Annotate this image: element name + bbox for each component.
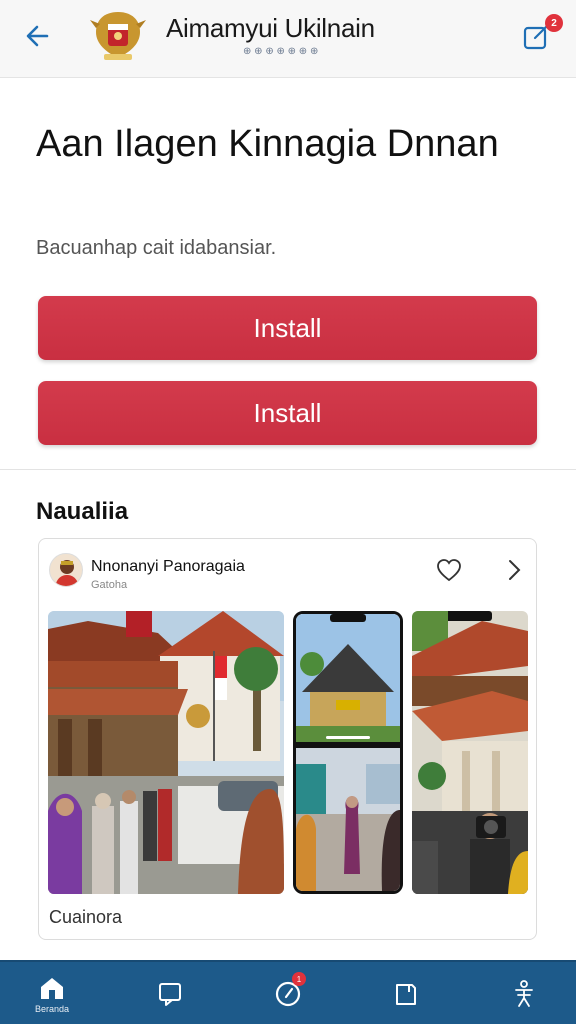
hero-section: Aan Ilagen Kinnagia Dnnan Bacuanhap cait…	[0, 79, 576, 469]
bottom-navigation: Beranda 1	[0, 960, 576, 1024]
card-meta: Gatoha	[91, 579, 128, 591]
nav-notification-badge: 1	[292, 972, 306, 986]
nav-item-compass[interactable]: 1	[248, 962, 328, 1024]
nav-item-home[interactable]: Beranda	[12, 962, 92, 1024]
like-button[interactable]	[435, 556, 463, 584]
app-header: Aimamyui Ukilnain ⊕ ⊕ ⊕ ⊕ ⊕ ⊕ ⊕ 2	[0, 0, 576, 78]
page-subtitle: Bacuanhap cait idabansiar.	[36, 237, 277, 259]
page-headline: Aan Ilagen Kinnagia Dnnan	[36, 123, 499, 165]
arrow-left-icon	[26, 25, 49, 47]
section-divider	[0, 469, 576, 470]
install-button-secondary[interactable]: Install	[38, 381, 537, 445]
screenshot-thumbnail-2[interactable]	[293, 611, 403, 894]
nav-item-accessibility[interactable]	[484, 962, 564, 1024]
home-icon	[41, 977, 63, 999]
app-subtitle: ⊕ ⊕ ⊕ ⊕ ⊕ ⊕ ⊕	[243, 46, 319, 57]
nav-item-chat[interactable]	[130, 962, 210, 1024]
back-button[interactable]	[20, 18, 56, 54]
avatar	[49, 553, 83, 587]
card-caption: Cuainora	[49, 907, 123, 927]
heart-icon	[437, 559, 461, 582]
app-preview-card[interactable]: Nnonanyi Panoragaia Gatoha Cuainora	[38, 538, 537, 940]
chevron-right-icon	[509, 560, 521, 580]
app-title: Aimamyui Ukilnain	[166, 13, 375, 43]
section-title: Naualiia	[36, 498, 129, 525]
screenshot-thumbnail-3[interactable]	[412, 611, 528, 894]
accessibility-icon	[515, 980, 533, 1007]
notification-badge: 2	[545, 14, 563, 32]
install-button-primary[interactable]: Install	[38, 296, 537, 360]
screenshot-thumbnail-1[interactable]	[48, 611, 284, 894]
card-title: Nnonanyi Panoragaia	[91, 558, 245, 575]
nav-item-book[interactable]	[366, 962, 446, 1024]
nav-item-home-label: Beranda	[34, 1003, 70, 1014]
next-button[interactable]	[503, 556, 525, 584]
book-icon	[396, 984, 416, 1005]
chat-icon	[159, 983, 181, 1006]
national-emblem-logo	[90, 6, 146, 64]
